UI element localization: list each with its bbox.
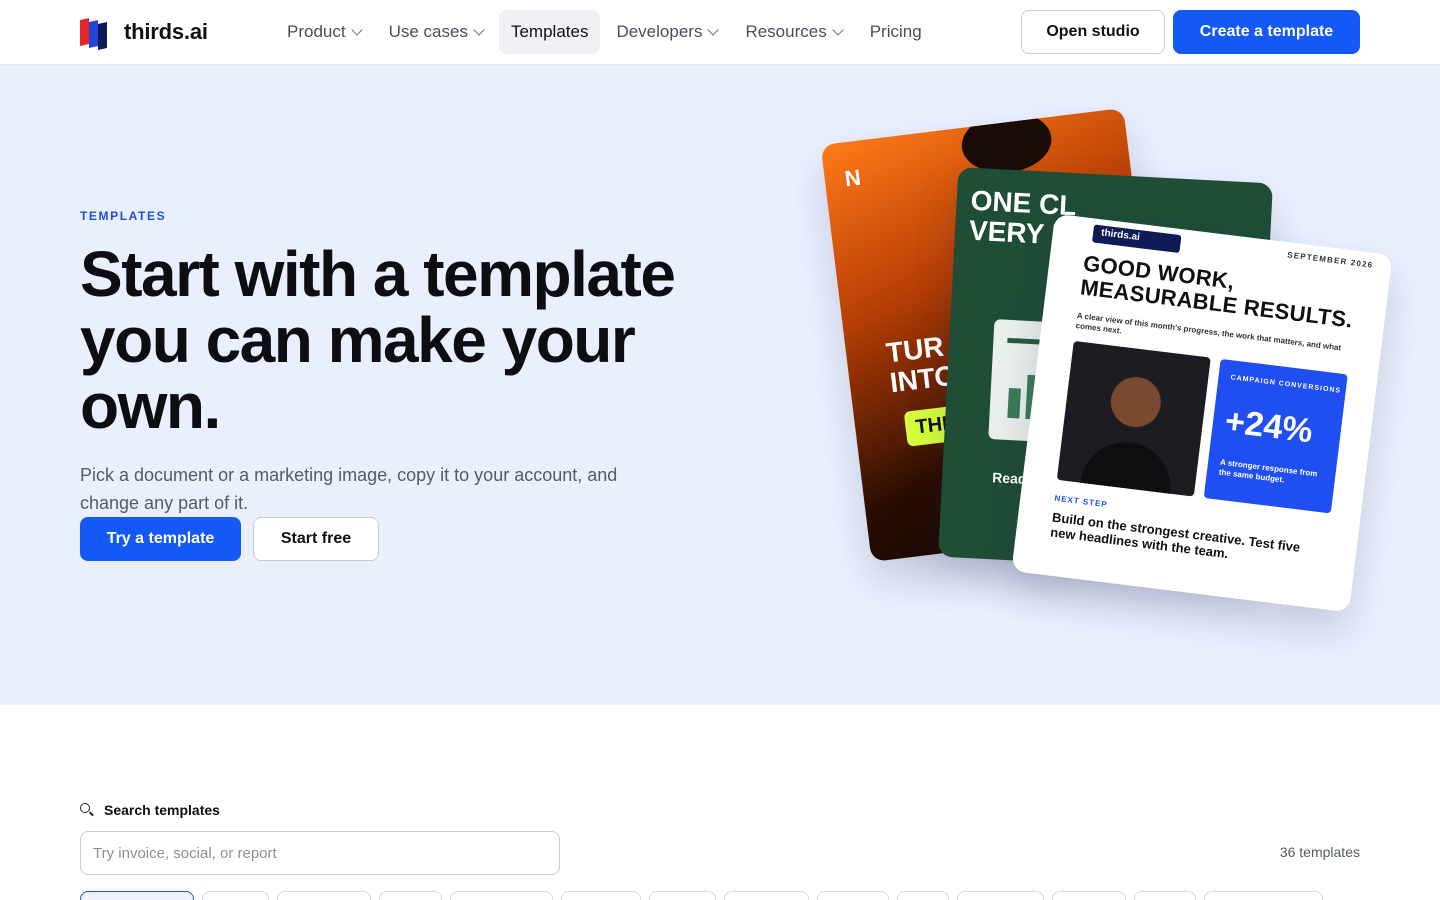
report-stat-box: CAMPAIGN CONVERSIONS +24% A stronger res… — [1203, 358, 1348, 514]
filter-chip[interactable] — [202, 891, 269, 900]
nav-item-label: Pricing — [869, 22, 922, 41]
next-step-body: Build on the strongest creative. Test fi… — [1049, 509, 1301, 562]
filter-chip[interactable] — [817, 891, 889, 900]
nav-item-resources[interactable]: Resources — [733, 10, 853, 54]
filter-chip[interactable] — [1134, 891, 1196, 900]
search-input[interactable] — [80, 831, 560, 875]
nav-item-label: Use cases — [388, 22, 468, 41]
stat-label: CAMPAIGN CONVERSIONS — [1230, 374, 1342, 395]
hero-eyebrow: TEMPLATES — [80, 209, 167, 223]
nav-item-pricing[interactable]: Pricing — [858, 10, 934, 54]
brand-logo[interactable]: thirds.ai — [80, 17, 208, 50]
try-template-button[interactable]: Try a template — [80, 517, 241, 561]
search-icon — [80, 803, 94, 817]
filter-chip[interactable] — [379, 891, 442, 900]
filter-chip[interactable] — [897, 891, 949, 900]
create-template-button[interactable]: Create a template — [1173, 10, 1360, 54]
nav-item-label: Templates — [510, 22, 589, 41]
report-logo: thirds.ai — [1091, 224, 1182, 254]
filter-chip[interactable] — [724, 891, 809, 900]
chevron-down-icon — [832, 24, 844, 36]
category-filter-chips — [80, 891, 1323, 900]
nav-item-templates[interactable]: Templates — [498, 10, 601, 54]
card-brand-mark: N — [843, 164, 863, 192]
search-label: Search templates — [80, 802, 220, 818]
filter-chip[interactable] — [80, 891, 194, 900]
filter-chip[interactable] — [957, 891, 1044, 900]
brand-name: thirds.ai — [124, 19, 208, 44]
filter-chip[interactable] — [649, 891, 716, 900]
nav-item-use-cases[interactable]: Use cases — [377, 10, 495, 54]
open-studio-button[interactable]: Open studio — [1021, 10, 1165, 54]
chevron-down-icon — [473, 24, 485, 36]
chevron-down-icon — [707, 24, 720, 36]
nav-item-label: Product — [287, 22, 346, 41]
template-count: 36 templates — [1279, 844, 1360, 860]
top-nav: thirds.ai Product Use cases Templates De… — [0, 0, 1440, 65]
thirds-logo-icon — [80, 17, 110, 50]
nav-links: Product Use cases Templates Developers R… — [275, 10, 934, 54]
report-photo — [1056, 340, 1211, 497]
stat-value: +24% — [1222, 402, 1315, 451]
filter-chip[interactable] — [561, 891, 641, 900]
nav-item-developers[interactable]: Developers — [604, 10, 729, 54]
filter-chip[interactable] — [277, 891, 371, 900]
report-date: SEPTEMBER 2026 — [1286, 250, 1374, 270]
search-label-text: Search templates — [104, 802, 220, 818]
start-free-button[interactable]: Start free — [253, 517, 379, 561]
hero-subtext: Pick a document or a marketing image, co… — [80, 465, 618, 513]
next-step-label: NEXT STEP — [1053, 493, 1109, 510]
nav-item-label: Resources — [745, 22, 827, 41]
filter-chip[interactable] — [1204, 891, 1323, 900]
template-preview-card-report: thirds.ai SEPTEMBER 2026 GOOD WORK, MEAS… — [1011, 213, 1393, 613]
chevron-down-icon — [350, 24, 363, 36]
hero-section: TEMPLATES Start with a template you can … — [0, 65, 1440, 705]
hero-headline: Start with a template you can make your … — [80, 238, 676, 442]
nav-item-product[interactable]: Product — [275, 10, 373, 54]
filter-chip[interactable] — [450, 891, 553, 900]
nav-item-label: Developers — [616, 22, 703, 41]
filter-chip[interactable] — [1052, 891, 1126, 900]
stat-caption: A stronger response from the same budget… — [1218, 457, 1318, 485]
